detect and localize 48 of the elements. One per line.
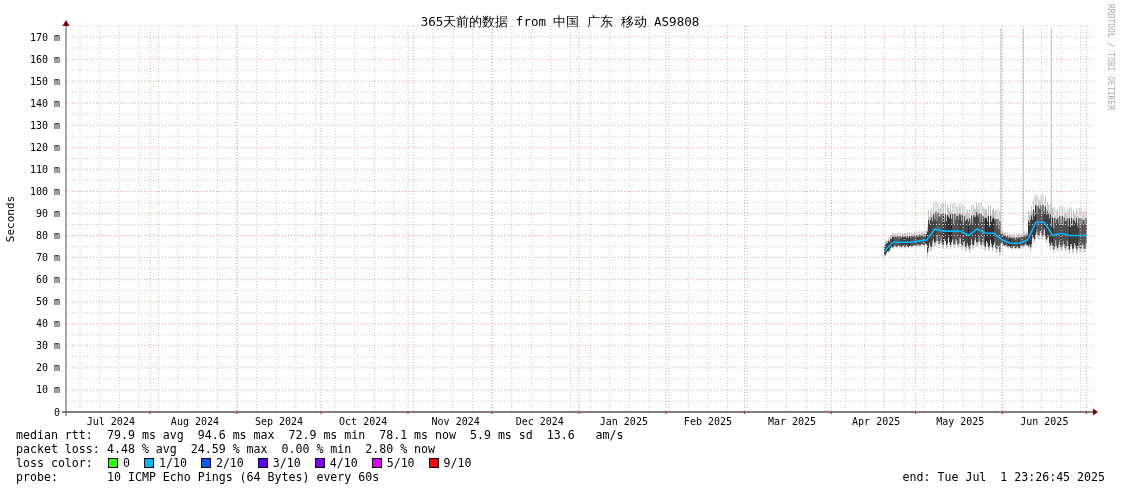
y-tick-label: 120 m: [29, 141, 60, 153]
loss-color-label: 9/10: [443, 456, 472, 470]
x-tick-label: Jul 2024: [86, 416, 135, 427]
y-tick-label: 170 m: [29, 31, 60, 43]
y-tick-label: 160 m: [29, 53, 60, 65]
y-tick-label: 70 m: [35, 252, 60, 264]
loss-color-label: 3/10: [272, 456, 301, 470]
credit-text: RRDTOOL / TOBI OETIKER: [1105, 4, 1115, 110]
stat-label: median rtt:: [16, 428, 94, 442]
y-tick-label: 60 m: [35, 274, 60, 286]
stat-values: 4.48 % avg 24.59 % max 0.00 % min 2.80 % now: [107, 442, 436, 456]
legend-label: loss color:: [16, 456, 94, 470]
y-tick-label: 40 m: [35, 318, 60, 330]
x-tick-label: Apr 2025: [852, 416, 901, 427]
loss-color-label: 1/10: [159, 456, 187, 470]
y-tick-label: 130 m: [29, 119, 60, 131]
loss-color-label: 2/10: [215, 456, 244, 470]
y-tick-label: 10 m: [35, 384, 60, 396]
y-axis-label: Seconds: [4, 195, 17, 243]
stat-values: 79.9 ms avg 94.6 ms max 72.9 ms min 78.1 ms now 5.9 ms sd 13.6 am/s: [107, 428, 624, 442]
loss-color-label: 5/10: [386, 456, 415, 470]
end-time: end: Tue Jul 1 23:26:45 2025: [902, 470, 1105, 484]
y-tick-label: 90 m: [35, 208, 60, 219]
loss-color-label: 0: [123, 456, 130, 470]
x-tick-label: Sep 2024: [254, 416, 304, 427]
probe-text: 10 ICMP Echo Pings (64 Bytes) every 60s: [107, 470, 380, 484]
y-tick-label: 0: [53, 406, 60, 418]
x-tick-label: Oct 2024: [339, 416, 388, 427]
chart-title: 365天前的数据 from 中国 广东 移动 AS9808: [420, 14, 700, 29]
loss-color-label: 4/10: [329, 456, 358, 470]
x-tick-label: Jan 2025: [599, 416, 648, 427]
y-tick-label: 80 m: [35, 230, 60, 242]
y-tick-label: 140 m: [29, 97, 60, 109]
x-tick-label: Nov 2024: [431, 416, 480, 427]
x-tick-label: Dec 2024: [515, 416, 564, 427]
stat-label: packet loss:: [16, 442, 101, 456]
y-tick-label: 20 m: [35, 362, 60, 374]
x-tick-label: Jun 2025: [1020, 416, 1069, 427]
y-tick-label: 150 m: [29, 75, 60, 87]
y-tick-label: 100 m: [29, 185, 60, 197]
y-tick-label: 110 m: [29, 163, 60, 175]
y-tick-label: 30 m: [35, 340, 60, 352]
x-tick-label: May 2025: [936, 416, 985, 427]
probe-label: probe:: [16, 470, 59, 484]
x-tick-label: Feb 2025: [683, 416, 733, 427]
x-tick-label: Mar 2025: [767, 416, 817, 427]
y-tick-label: 50 m: [35, 296, 60, 308]
x-tick-label: Aug 2024: [170, 416, 220, 427]
